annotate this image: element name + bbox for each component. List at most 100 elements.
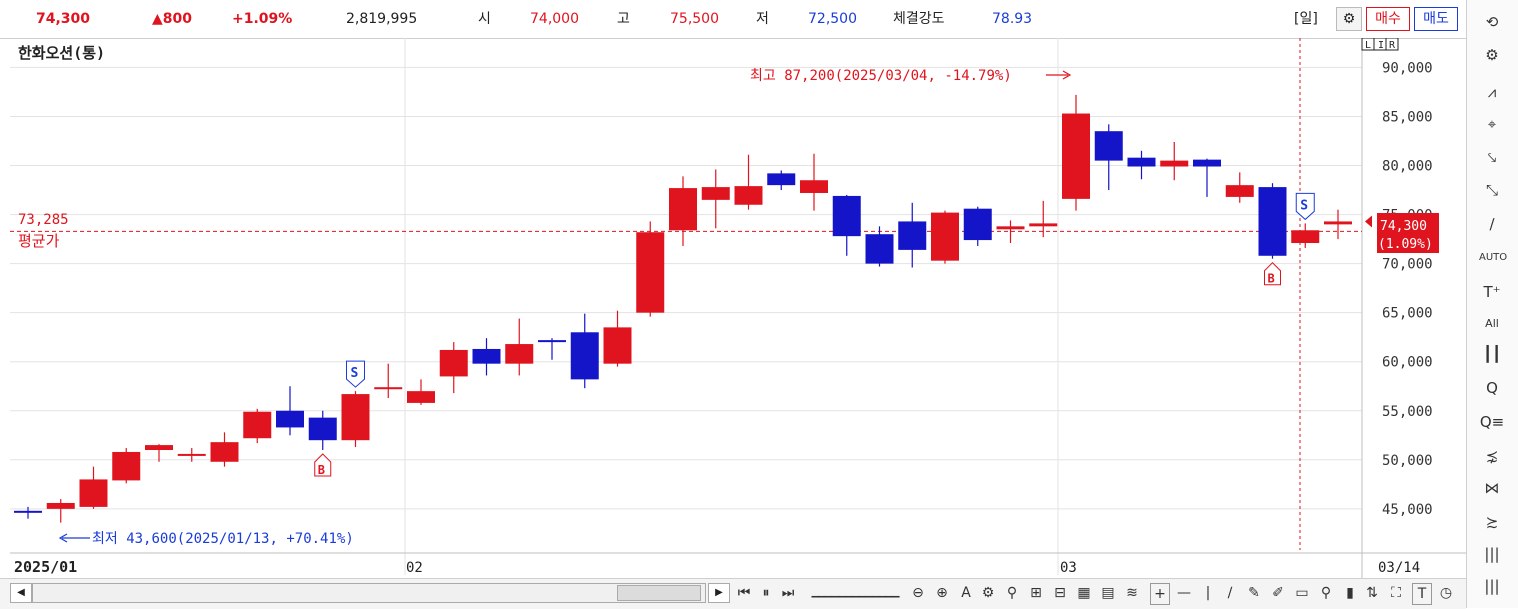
low-label: 저: [756, 11, 769, 27]
zoom-slider[interactable]: ▁▁▁▁▁▁▁▁▁▁▁▁▁: [808, 583, 902, 603]
date-label-start: 2025/01: [14, 558, 77, 576]
next-icon[interactable]: ⏭: [780, 583, 796, 603]
scroll-thumb[interactable]: [617, 585, 701, 601]
diag-icon[interactable]: ∕: [1222, 583, 1238, 603]
candle-body: [145, 445, 173, 450]
chart-title: 한화오션(통): [18, 44, 105, 62]
text-a-icon[interactable]: A: [958, 583, 974, 603]
chart-scrollbar[interactable]: [32, 583, 706, 603]
minus-icon[interactable]: —: [1176, 583, 1192, 603]
candle-body: [439, 349, 468, 377]
arrows-icon[interactable]: ⇅: [1364, 583, 1380, 603]
candle-body: [341, 394, 370, 441]
candle-body: [505, 344, 534, 364]
tool-c-icon[interactable]: ⊟: [1052, 583, 1068, 603]
trend-line-icon[interactable]: ⤡: [1479, 178, 1505, 202]
candle-body: [14, 510, 42, 513]
y-tick-label: 60,000: [1382, 355, 1433, 371]
all-clear-icon[interactable]: All: [1479, 312, 1505, 336]
scroll-right-arrow-icon[interactable]: ▶: [708, 583, 730, 603]
crosshair-icon[interactable]: ⌖: [1479, 112, 1505, 136]
tool-e-icon[interactable]: ▤: [1100, 583, 1116, 603]
pattern-icon[interactable]: ⋈: [1479, 476, 1505, 500]
candle-body: [931, 212, 959, 261]
candlestick-chart-svg[interactable]: 45,00050,00055,00060,00065,00070,00075,0…: [10, 37, 1466, 578]
quote-header: 74,300 ▲800 +1.09% 2,819,995 시 74,000 고 …: [0, 0, 1466, 39]
chart-labels: 한화오션(통) L I R 73,285 평균가 최고 87,200(2025/…: [14, 37, 1439, 576]
candle-body: [701, 187, 730, 200]
draw-b-icon[interactable]: ✐: [1270, 583, 1286, 603]
candle-body: [636, 232, 665, 313]
high-price: 75,500: [670, 11, 719, 27]
price-change: ▲800: [152, 11, 192, 27]
tool-b-icon[interactable]: ⊞: [1028, 583, 1044, 603]
zoom-plus-icon[interactable]: ⊕: [934, 583, 950, 603]
vline-icon[interactable]: |: [1200, 583, 1216, 603]
price-tag-value: 74,300: [1380, 219, 1427, 234]
buy-marker-label: B: [1268, 272, 1275, 286]
zoom-out-icon[interactable]: ⊖: [910, 583, 926, 603]
chart-control-bar: ◀ ▶ ⏮ ⏸ ⏭ ▁▁▁▁▁▁▁▁▁▁▁▁▁ ⊖ ⊕ A ⚙ ⚲ ⊞ ⊟ ▦ …: [0, 578, 1466, 609]
bars-icon[interactable]: |||: [1479, 542, 1505, 566]
search-icon[interactable]: ⚲: [1318, 583, 1334, 603]
text-icon[interactable]: T⁺: [1479, 280, 1505, 304]
sell-button[interactable]: 매도: [1414, 7, 1458, 31]
draw-c-icon[interactable]: ▭: [1294, 583, 1310, 603]
candle-body: [46, 502, 75, 509]
low-price: 72,500: [808, 11, 857, 27]
candle-body: [669, 188, 697, 231]
candle-body: [1029, 223, 1058, 227]
candle-body: [276, 410, 304, 428]
open-label: 시: [478, 11, 491, 27]
gear-icon[interactable]: ⚙: [1479, 43, 1505, 67]
bar-icon[interactable]: ▮: [1342, 583, 1358, 603]
plus-icon[interactable]: +: [1150, 583, 1170, 605]
pause-icon[interactable]: ⏸: [758, 583, 774, 603]
candle-body: [996, 226, 1025, 230]
settings-gear-icon[interactable]: ⚙: [1336, 7, 1362, 31]
date-label-end: 03/14: [1378, 560, 1420, 576]
gear2-icon[interactable]: ⚙: [980, 583, 996, 603]
candle-body: [1193, 159, 1221, 167]
y-tick-label: 55,000: [1382, 404, 1433, 420]
candle-body: [1225, 185, 1254, 197]
refresh-icon[interactable]: ⟲: [1479, 10, 1505, 34]
draw-a-icon[interactable]: ✎: [1246, 583, 1262, 603]
scroll-left-arrow-icon[interactable]: ◀: [10, 583, 32, 603]
auto-trend-icon[interactable]: AUTO: [1479, 246, 1507, 270]
candle-body: [1094, 131, 1123, 161]
expand-icon[interactable]: ⛶: [1388, 583, 1404, 603]
candle-icon[interactable]: ┃┃: [1479, 342, 1505, 366]
candle-body: [79, 479, 108, 507]
y-tick-label: 90,000: [1382, 60, 1433, 76]
candle-body: [1160, 160, 1189, 167]
tool-d-icon[interactable]: ▦: [1076, 583, 1092, 603]
high-label: 고: [617, 11, 630, 27]
text-t-icon[interactable]: T: [1412, 583, 1432, 605]
indicator-icon[interactable]: ⩘: [1479, 80, 1505, 104]
magnet-icon[interactable]: ⋨: [1479, 444, 1505, 468]
zoom-list-icon[interactable]: Q≡: [1479, 410, 1505, 434]
tool-f-icon[interactable]: ≋: [1124, 583, 1140, 603]
line-icon[interactable]: ∕: [1479, 212, 1505, 236]
trend-down-icon[interactable]: ⤥: [1479, 146, 1505, 170]
zoom-in-icon[interactable]: Q: [1479, 376, 1505, 400]
trade-markers: B S B S: [314, 192, 1315, 477]
price-tag-pct: (1.09%): [1378, 237, 1433, 252]
candle-body: [767, 173, 796, 186]
clock-icon[interactable]: ◷: [1438, 583, 1454, 603]
fibonacci-icon[interactable]: ≿: [1479, 510, 1505, 534]
first-icon[interactable]: ⏮: [736, 583, 752, 603]
price-chart[interactable]: 45,00050,00055,00060,00065,00070,00075,0…: [10, 37, 1466, 578]
candle-body: [538, 340, 566, 343]
bars2-icon[interactable]: |||: [1479, 574, 1505, 598]
scale-button-i-label: I: [1378, 40, 1384, 51]
current-price: 74,300: [36, 11, 91, 27]
candle-body: [1324, 221, 1352, 225]
buy-button[interactable]: 매수: [1366, 7, 1410, 31]
candle-body: [210, 442, 239, 462]
tool-a-icon[interactable]: ⚲: [1004, 583, 1020, 603]
y-tick-label: 70,000: [1382, 257, 1433, 273]
y-tick-label: 85,000: [1382, 109, 1433, 125]
period-selector[interactable]: [일]: [1294, 10, 1318, 28]
